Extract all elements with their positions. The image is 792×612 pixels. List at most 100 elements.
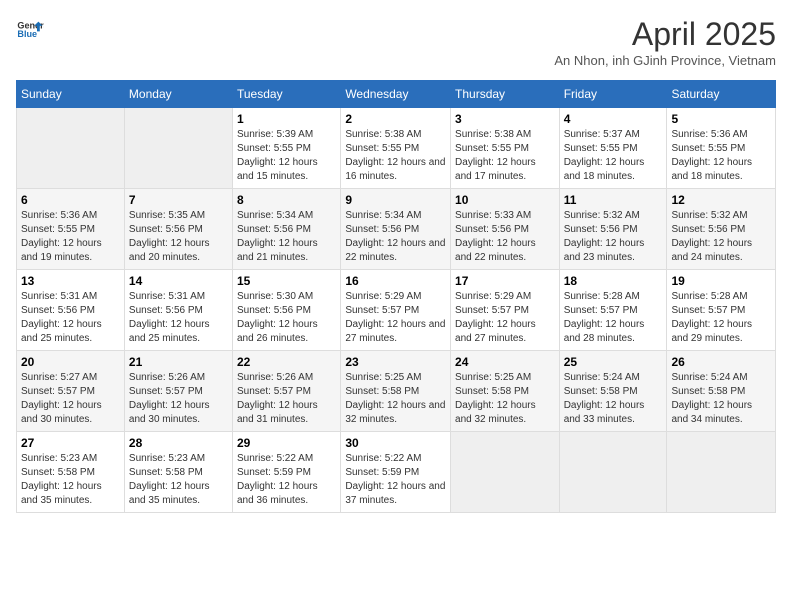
day-info: Sunrise: 5:33 AMSunset: 5:56 PMDaylight:…	[455, 210, 536, 263]
day-number: 26	[671, 355, 771, 369]
day-info: Sunrise: 5:32 AMSunset: 5:56 PMDaylight:…	[564, 210, 645, 263]
day-info: Sunrise: 5:32 AMSunset: 5:56 PMDaylight:…	[671, 210, 752, 263]
day-number: 23	[345, 355, 446, 369]
calendar-cell: 24 Sunrise: 5:25 AMSunset: 5:58 PMDaylig…	[451, 351, 560, 432]
calendar-cell: 13 Sunrise: 5:31 AMSunset: 5:56 PMDaylig…	[17, 270, 125, 351]
day-number: 4	[564, 112, 663, 126]
calendar-cell: 4 Sunrise: 5:37 AMSunset: 5:55 PMDayligh…	[559, 108, 667, 189]
calendar-cell: 11 Sunrise: 5:32 AMSunset: 5:56 PMDaylig…	[559, 189, 667, 270]
day-info: Sunrise: 5:38 AMSunset: 5:55 PMDaylight:…	[345, 129, 445, 182]
day-info: Sunrise: 5:25 AMSunset: 5:58 PMDaylight:…	[345, 372, 445, 425]
col-saturday: Saturday	[667, 81, 776, 108]
day-info: Sunrise: 5:34 AMSunset: 5:56 PMDaylight:…	[237, 210, 318, 263]
day-info: Sunrise: 5:26 AMSunset: 5:57 PMDaylight:…	[237, 372, 318, 425]
calendar-cell: 19 Sunrise: 5:28 AMSunset: 5:57 PMDaylig…	[667, 270, 776, 351]
day-number: 20	[21, 355, 120, 369]
col-thursday: Thursday	[451, 81, 560, 108]
day-number: 15	[237, 274, 336, 288]
day-number: 6	[21, 193, 120, 207]
day-info: Sunrise: 5:26 AMSunset: 5:57 PMDaylight:…	[129, 372, 210, 425]
day-number: 12	[671, 193, 771, 207]
week-row-2: 6 Sunrise: 5:36 AMSunset: 5:55 PMDayligh…	[17, 189, 776, 270]
svg-text:Blue: Blue	[17, 29, 37, 39]
calendar-cell: 30 Sunrise: 5:22 AMSunset: 5:59 PMDaylig…	[341, 432, 451, 513]
calendar-cell: 17 Sunrise: 5:29 AMSunset: 5:57 PMDaylig…	[451, 270, 560, 351]
header-row: Sunday Monday Tuesday Wednesday Thursday…	[17, 81, 776, 108]
day-info: Sunrise: 5:28 AMSunset: 5:57 PMDaylight:…	[671, 291, 752, 344]
day-info: Sunrise: 5:22 AMSunset: 5:59 PMDaylight:…	[237, 453, 318, 506]
calendar-cell: 5 Sunrise: 5:36 AMSunset: 5:55 PMDayligh…	[667, 108, 776, 189]
day-info: Sunrise: 5:34 AMSunset: 5:56 PMDaylight:…	[345, 210, 445, 263]
day-info: Sunrise: 5:25 AMSunset: 5:58 PMDaylight:…	[455, 372, 536, 425]
calendar-cell: 23 Sunrise: 5:25 AMSunset: 5:58 PMDaylig…	[341, 351, 451, 432]
day-info: Sunrise: 5:24 AMSunset: 5:58 PMDaylight:…	[671, 372, 752, 425]
day-number: 29	[237, 436, 336, 450]
calendar-cell: 12 Sunrise: 5:32 AMSunset: 5:56 PMDaylig…	[667, 189, 776, 270]
calendar-cell: 26 Sunrise: 5:24 AMSunset: 5:58 PMDaylig…	[667, 351, 776, 432]
calendar-cell: 21 Sunrise: 5:26 AMSunset: 5:57 PMDaylig…	[124, 351, 232, 432]
day-info: Sunrise: 5:31 AMSunset: 5:56 PMDaylight:…	[21, 291, 102, 344]
day-info: Sunrise: 5:30 AMSunset: 5:56 PMDaylight:…	[237, 291, 318, 344]
week-row-4: 20 Sunrise: 5:27 AMSunset: 5:57 PMDaylig…	[17, 351, 776, 432]
calendar-cell: 9 Sunrise: 5:34 AMSunset: 5:56 PMDayligh…	[341, 189, 451, 270]
day-number: 11	[564, 193, 663, 207]
calendar-body: 1 Sunrise: 5:39 AMSunset: 5:55 PMDayligh…	[17, 108, 776, 513]
calendar-cell: 18 Sunrise: 5:28 AMSunset: 5:57 PMDaylig…	[559, 270, 667, 351]
day-info: Sunrise: 5:23 AMSunset: 5:58 PMDaylight:…	[21, 453, 102, 506]
calendar-header: Sunday Monday Tuesday Wednesday Thursday…	[17, 81, 776, 108]
calendar-cell: 29 Sunrise: 5:22 AMSunset: 5:59 PMDaylig…	[233, 432, 341, 513]
logo-icon: General Blue	[16, 16, 44, 44]
day-number: 21	[129, 355, 228, 369]
calendar-cell: 7 Sunrise: 5:35 AMSunset: 5:56 PMDayligh…	[124, 189, 232, 270]
day-number: 7	[129, 193, 228, 207]
week-row-1: 1 Sunrise: 5:39 AMSunset: 5:55 PMDayligh…	[17, 108, 776, 189]
day-info: Sunrise: 5:23 AMSunset: 5:58 PMDaylight:…	[129, 453, 210, 506]
calendar-cell: 15 Sunrise: 5:30 AMSunset: 5:56 PMDaylig…	[233, 270, 341, 351]
day-number: 8	[237, 193, 336, 207]
day-info: Sunrise: 5:28 AMSunset: 5:57 PMDaylight:…	[564, 291, 645, 344]
calendar-cell	[559, 432, 667, 513]
day-number: 25	[564, 355, 663, 369]
day-number: 24	[455, 355, 555, 369]
day-number: 22	[237, 355, 336, 369]
page-header: General Blue April 2025 An Nhon, inh GJi…	[16, 16, 776, 68]
calendar-cell	[667, 432, 776, 513]
day-info: Sunrise: 5:35 AMSunset: 5:56 PMDaylight:…	[129, 210, 210, 263]
day-number: 27	[21, 436, 120, 450]
day-number: 3	[455, 112, 555, 126]
calendar-table: Sunday Monday Tuesday Wednesday Thursday…	[16, 80, 776, 513]
calendar-cell: 27 Sunrise: 5:23 AMSunset: 5:58 PMDaylig…	[17, 432, 125, 513]
calendar-cell: 25 Sunrise: 5:24 AMSunset: 5:58 PMDaylig…	[559, 351, 667, 432]
calendar-cell: 22 Sunrise: 5:26 AMSunset: 5:57 PMDaylig…	[233, 351, 341, 432]
calendar-cell: 14 Sunrise: 5:31 AMSunset: 5:56 PMDaylig…	[124, 270, 232, 351]
calendar-cell: 8 Sunrise: 5:34 AMSunset: 5:56 PMDayligh…	[233, 189, 341, 270]
week-row-3: 13 Sunrise: 5:31 AMSunset: 5:56 PMDaylig…	[17, 270, 776, 351]
day-number: 1	[237, 112, 336, 126]
week-row-5: 27 Sunrise: 5:23 AMSunset: 5:58 PMDaylig…	[17, 432, 776, 513]
col-monday: Monday	[124, 81, 232, 108]
day-number: 10	[455, 193, 555, 207]
calendar-cell: 20 Sunrise: 5:27 AMSunset: 5:57 PMDaylig…	[17, 351, 125, 432]
day-number: 28	[129, 436, 228, 450]
day-number: 5	[671, 112, 771, 126]
day-number: 13	[21, 274, 120, 288]
day-number: 19	[671, 274, 771, 288]
col-sunday: Sunday	[17, 81, 125, 108]
calendar-cell: 10 Sunrise: 5:33 AMSunset: 5:56 PMDaylig…	[451, 189, 560, 270]
day-info: Sunrise: 5:27 AMSunset: 5:57 PMDaylight:…	[21, 372, 102, 425]
col-friday: Friday	[559, 81, 667, 108]
day-info: Sunrise: 5:37 AMSunset: 5:55 PMDaylight:…	[564, 129, 645, 182]
day-number: 2	[345, 112, 446, 126]
calendar-cell	[124, 108, 232, 189]
day-number: 14	[129, 274, 228, 288]
calendar-cell: 16 Sunrise: 5:29 AMSunset: 5:57 PMDaylig…	[341, 270, 451, 351]
calendar-title: April 2025	[554, 16, 776, 53]
day-info: Sunrise: 5:29 AMSunset: 5:57 PMDaylight:…	[455, 291, 536, 344]
day-info: Sunrise: 5:29 AMSunset: 5:57 PMDaylight:…	[345, 291, 445, 344]
calendar-cell	[451, 432, 560, 513]
day-info: Sunrise: 5:38 AMSunset: 5:55 PMDaylight:…	[455, 129, 536, 182]
calendar-cell: 1 Sunrise: 5:39 AMSunset: 5:55 PMDayligh…	[233, 108, 341, 189]
day-info: Sunrise: 5:24 AMSunset: 5:58 PMDaylight:…	[564, 372, 645, 425]
calendar-cell: 6 Sunrise: 5:36 AMSunset: 5:55 PMDayligh…	[17, 189, 125, 270]
day-number: 18	[564, 274, 663, 288]
